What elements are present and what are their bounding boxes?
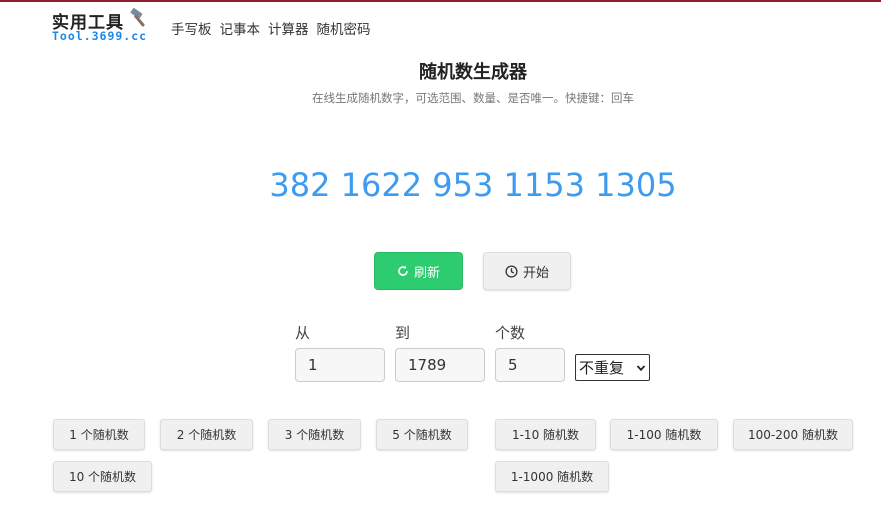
count-input[interactable] (495, 348, 565, 382)
quick-count-2-button[interactable]: 2 个随机数 (160, 419, 253, 450)
start-button[interactable]: 开始 (483, 252, 571, 290)
page-description: 在线生成随机数字，可选范围、数量、是否唯一。快捷键：回车 (312, 91, 634, 105)
refresh-label: 刷新 (413, 265, 440, 281)
random-result: 382 1622 953 1153 1305 (269, 166, 677, 204)
site-logo[interactable]: 实用工具 Tool.3699.cc (52, 8, 162, 44)
range-100-200-button[interactable]: 100-200 随机数 (733, 419, 853, 450)
unique-select-value: 不重复 (579, 359, 625, 377)
clock-icon (505, 264, 518, 278)
start-label: 开始 (522, 265, 549, 281)
range-1-1000-button[interactable]: 1-1000 随机数 (495, 461, 609, 492)
nav-link-random-password[interactable]: 随机密码 (317, 18, 371, 38)
nav-link-notepad[interactable]: 记事本 (220, 18, 261, 38)
from-label: 从 (295, 324, 311, 342)
quick-count-5-button[interactable]: 5 个随机数 (376, 419, 468, 450)
range-1-100-button[interactable]: 1-100 随机数 (610, 419, 718, 450)
top-border (0, 0, 881, 2)
refresh-button[interactable]: 刷新 (374, 252, 463, 290)
from-input[interactable] (295, 348, 385, 382)
to-input[interactable] (395, 348, 485, 382)
count-label: 个数 (495, 324, 526, 342)
refresh-icon (398, 265, 408, 276)
page-title: 随机数生成器 (419, 62, 527, 83)
chevron-down-icon (636, 365, 646, 372)
range-1-10-button[interactable]: 1-10 随机数 (495, 419, 596, 450)
nav-link-handwriting[interactable]: 手写板 (171, 18, 212, 38)
quick-count-3-button[interactable]: 3 个随机数 (268, 419, 361, 450)
top-nav: 手写板 记事本 计算器 随机密码 (171, 18, 371, 38)
to-label: 到 (395, 324, 411, 342)
nav-link-calculator[interactable]: 计算器 (268, 18, 309, 38)
quick-count-10-button[interactable]: 10 个随机数 (53, 461, 152, 492)
logo-subtitle: Tool.3699.cc (52, 29, 148, 43)
unique-select[interactable]: 不重复 (575, 354, 650, 381)
hammer-icon (130, 8, 145, 27)
quick-count-1-button[interactable]: 1 个随机数 (53, 419, 145, 450)
